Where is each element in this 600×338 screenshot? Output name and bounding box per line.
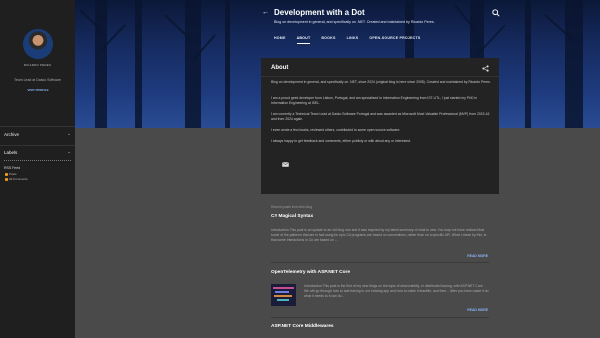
post-snippet: Introduction This post is an update to a… xyxy=(271,228,487,242)
tab-links[interactable]: LINKS xyxy=(347,36,359,44)
labels-chevron-down-icon[interactable]: ⌄ xyxy=(67,149,71,155)
archive-chevron-down-icon[interactable]: ⌄ xyxy=(67,131,71,137)
blog-title[interactable]: Development with a Dot xyxy=(274,8,365,17)
sidebar-dotted-divider xyxy=(4,160,71,161)
about-paragraph: I always happy to get feedback and comme… xyxy=(271,139,411,143)
post-thumbnail-graphic xyxy=(273,287,294,301)
back-arrow-icon[interactable]: ← xyxy=(262,9,269,16)
visit-profile-button[interactable]: VISIT PROFILE xyxy=(18,88,58,92)
labels-heading[interactable]: Labels xyxy=(4,150,17,155)
rss-comments-link[interactable]: All Comments xyxy=(5,177,28,181)
tab-home[interactable]: HOME xyxy=(274,36,286,44)
rss-icon xyxy=(5,177,8,181)
about-paragraph: Blog on development in general, and spec… xyxy=(271,80,491,84)
archive-heading[interactable]: Archive xyxy=(4,132,19,137)
sidebar-divider xyxy=(0,145,75,146)
post-thumbnail[interactable] xyxy=(271,284,296,306)
rss-feed-title: RSS Feed xyxy=(4,166,21,170)
about-card: About Blog on development in general, an… xyxy=(261,58,499,194)
about-paragraph: I am currently a Technical Team Lead at … xyxy=(271,112,490,121)
card-divider xyxy=(261,76,499,77)
blog-description: Blog on development in general, and spec… xyxy=(274,20,435,24)
avatar[interactable] xyxy=(23,29,53,59)
tab-about[interactable]: ABOUT xyxy=(296,36,311,44)
sidebar: RICARDO PERES Team Lead at Dasko Softwar… xyxy=(0,0,75,338)
rss-posts-link[interactable]: Posts xyxy=(5,172,17,176)
mail-icon[interactable] xyxy=(282,162,289,167)
about-paragraph: I even wrote a few books, reviewed other… xyxy=(271,128,401,132)
share-icon[interactable] xyxy=(482,65,489,72)
post-title[interactable]: C# Magical Syntax xyxy=(271,214,313,219)
tab-books[interactable]: BOOKS xyxy=(321,36,335,44)
rss-posts-label: Posts xyxy=(9,172,17,176)
page-title: About xyxy=(271,65,289,71)
post-title[interactable]: OpenTelemetry with ASP.NET Core xyxy=(271,270,350,275)
page-tabs: HOME ABOUT BOOKS LINKS OPEN-SOURCE PROJE… xyxy=(274,36,420,44)
rss-icon xyxy=(5,172,8,176)
sidebar-divider xyxy=(0,126,75,127)
post-separator xyxy=(271,317,489,318)
post-separator xyxy=(271,262,489,263)
post-snippet: Introduction This post is the first of m… xyxy=(304,284,489,298)
read-more-link[interactable]: READ MORE xyxy=(467,254,488,258)
tab-open-source-projects[interactable]: OPEN-SOURCE PROJECTS xyxy=(369,36,420,44)
profile-name: RICARDO PERES xyxy=(23,63,52,67)
profile-description: Team Lead at Dasko Software xyxy=(14,78,61,82)
read-more-link[interactable]: READ MORE xyxy=(467,308,488,312)
about-paragraph: I am a proud geek developer from Lisbon,… xyxy=(271,96,477,105)
recent-posts-label: Recent posts from this blog xyxy=(271,205,313,209)
post-title[interactable]: ASP.NET Core Middlewares xyxy=(271,324,334,329)
search-icon[interactable] xyxy=(492,9,500,17)
rss-comments-label: All Comments xyxy=(9,177,28,181)
